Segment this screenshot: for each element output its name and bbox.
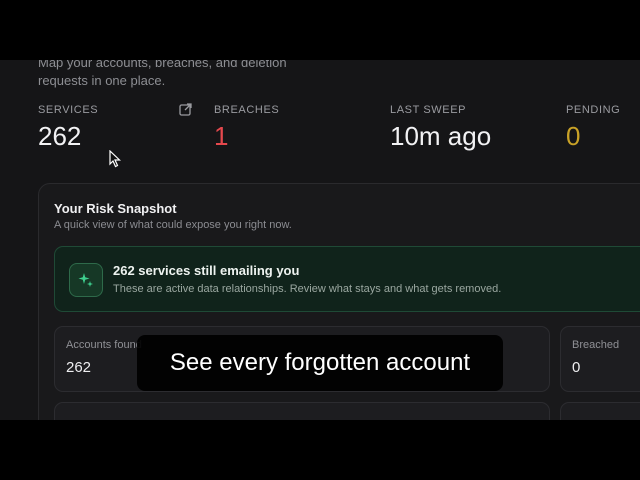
video-caption: See every forgotten account [137,335,503,391]
snapshot-title: Your Risk Snapshot [54,201,177,216]
pending-stat-label: PENDING [566,104,621,116]
mouse-cursor-icon [109,149,122,173]
external-link-icon[interactable] [179,103,192,121]
services-stat-label: SERVICES [38,104,99,116]
stat-tile-partial[interactable] [54,402,550,420]
sparkle-icon [69,263,103,297]
accounts-found-label: Accounts found [66,339,142,351]
alert-description: These are active data relationships. Rev… [113,283,502,295]
accounts-found-value: 262 [66,359,92,376]
breaches-stat-value: 1 [214,121,229,151]
breaches-stat-label: BREACHES [214,104,280,116]
snapshot-subtitle: A quick view of what could expose you ri… [54,219,292,231]
breached-label: Breached [572,339,620,351]
pending-stat-value: 0 [566,121,581,151]
last-sweep-stat-label: LAST SWEEP [390,104,467,116]
stat-tile-partial-right[interactable] [560,402,640,420]
services-stat-value: 262 [38,121,82,151]
breached-value: 0 [572,359,581,376]
page-subtitle: Map your accounts, breaches, and deletio… [38,60,287,88]
last-sweep-stat-value: 10m ago [390,121,492,151]
breached-tile[interactable]: Breached 0 [560,326,640,392]
alert-title: 262 services still emailing you [113,263,300,278]
emailing-alert[interactable]: 262 services still emailing you These ar… [54,246,640,312]
